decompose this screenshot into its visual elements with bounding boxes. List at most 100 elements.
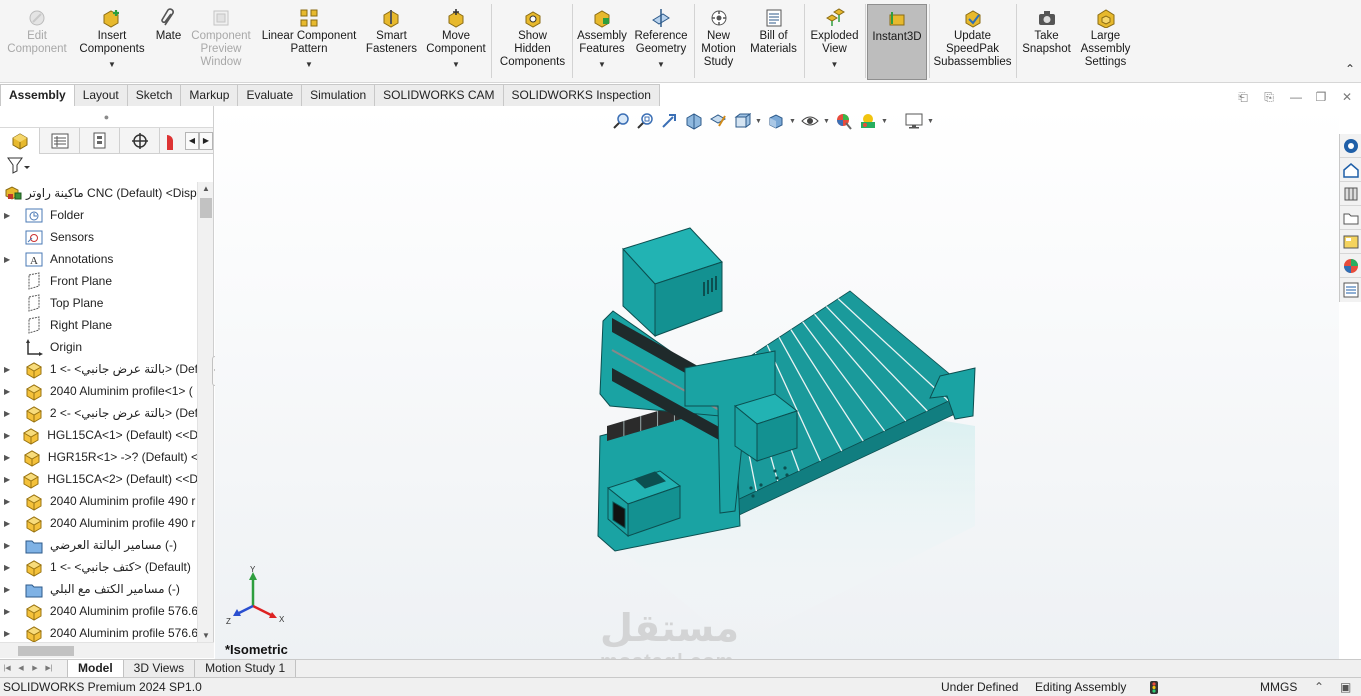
expand-arrow-icon[interactable]: ▶ bbox=[4, 497, 16, 506]
smart-fasteners-button[interactable]: Smart Fasteners bbox=[364, 4, 419, 80]
expand-arrow-icon[interactable]: ▶ bbox=[4, 453, 14, 462]
tree-item[interactable]: ▶ بالتة عرض جانبي> -> 1> (Def bbox=[0, 358, 198, 380]
dimxpert-tab[interactable] bbox=[120, 128, 160, 154]
properties-tab[interactable] bbox=[1340, 278, 1361, 302]
tree-item[interactable]: Top Plane bbox=[0, 292, 198, 314]
tree-item[interactable]: ▶ كتف جانبي> -> 1> (Default) bbox=[0, 556, 198, 578]
dropdown-caret-icon[interactable]: ▼ bbox=[657, 58, 665, 71]
tree-item[interactable]: ▶ 2040 Aluminim profile 576.6 bbox=[0, 600, 198, 622]
expand-arrow-icon[interactable]: ▶ bbox=[4, 585, 16, 594]
expand-arrow-icon[interactable]: ▶ bbox=[4, 563, 16, 572]
tree-item[interactable]: ▶ 2040 Aluminim profile 490 r bbox=[0, 512, 198, 534]
insert-components-button[interactable]: Insert Components ▼ bbox=[75, 4, 149, 80]
design-library-tab[interactable] bbox=[1340, 158, 1361, 182]
show-hidden-components-button[interactable]: Show Hidden Components bbox=[494, 4, 571, 80]
scroll-thumb[interactable] bbox=[200, 198, 212, 218]
last-tab-icon[interactable]: ▶| bbox=[42, 660, 56, 677]
next-view-icon[interactable]: ⎘ bbox=[1262, 90, 1276, 104]
expand-arrow-icon[interactable]: ▶ bbox=[4, 475, 13, 484]
status-settings-icon[interactable]: ▣ bbox=[1340, 678, 1351, 696]
configuration-manager-tab[interactable] bbox=[80, 128, 120, 154]
expand-arrow-icon[interactable]: ▶ bbox=[4, 365, 16, 374]
collapse-ribbon-icon[interactable]: ⌃ bbox=[1345, 62, 1355, 76]
linear-component-pattern-button[interactable]: Linear Component Pattern ▼ bbox=[258, 4, 360, 80]
tab-motion-study-1[interactable]: Motion Study 1 bbox=[194, 660, 297, 677]
feature-tree-tab[interactable] bbox=[0, 128, 40, 154]
tree-scrollbar[interactable]: ▲ ▼ bbox=[197, 182, 213, 642]
tree-item[interactable]: Right Plane bbox=[0, 314, 198, 336]
first-tab-icon[interactable]: |◀ bbox=[0, 660, 14, 677]
minimize-icon[interactable]: — bbox=[1289, 90, 1303, 104]
tree-item[interactable]: ▶ مسامير الكتف مع البلي (-) bbox=[0, 578, 198, 600]
close-icon[interactable]: ✕ bbox=[1340, 90, 1354, 104]
next-tab-icon[interactable]: ▶ bbox=[28, 660, 42, 677]
tree-item[interactable]: ▶ 2040 Aluminim profile 490 r bbox=[0, 490, 198, 512]
tree-item[interactable]: Sensors bbox=[0, 226, 198, 248]
tab-scroll-right-icon[interactable]: ▶ bbox=[199, 132, 213, 150]
units-caret-icon[interactable]: ⌃ bbox=[1314, 678, 1324, 696]
tree-item[interactable]: ▶ مسامير البالتة العرضي (-) bbox=[0, 534, 198, 556]
large-assembly-settings-button[interactable]: Large Assembly Settings bbox=[1078, 4, 1133, 80]
tree-item[interactable]: ▶ بالتة عرض جانبي> -> 2> (Def bbox=[0, 402, 198, 424]
tree-item[interactable]: ▶ 2040 Aluminim profile 576.6 bbox=[0, 622, 198, 642]
edit-component-button[interactable]: Edit Component bbox=[3, 4, 71, 80]
scroll-up-icon[interactable]: ▲ bbox=[198, 184, 214, 193]
dropdown-caret-icon[interactable]: ▼ bbox=[305, 58, 313, 71]
unit-system[interactable]: MMGS bbox=[1260, 678, 1297, 696]
tab-solidworks-cam[interactable]: SOLIDWORKS CAM bbox=[374, 84, 504, 106]
component-preview-window-button[interactable]: Component Preview Window bbox=[189, 4, 253, 80]
horizontal-scroll-thumb[interactable] bbox=[18, 646, 74, 656]
expand-arrow-icon[interactable]: ▶ bbox=[4, 519, 16, 528]
expand-arrow-icon[interactable]: ▶ bbox=[4, 431, 13, 440]
tab-assembly[interactable]: Assembly bbox=[0, 84, 75, 106]
expand-arrow-icon[interactable]: ▶ bbox=[4, 255, 16, 264]
expand-arrow-icon[interactable]: ▶ bbox=[4, 541, 16, 550]
tree-item[interactable]: ▶ HGL15CA<2> (Default) <<D bbox=[0, 468, 198, 490]
expand-arrow-icon[interactable]: ▶ bbox=[4, 607, 16, 616]
dropdown-caret-icon[interactable]: ▼ bbox=[598, 58, 606, 71]
display-manager-tab[interactable] bbox=[160, 128, 174, 154]
tab-sketch[interactable]: Sketch bbox=[126, 84, 182, 106]
file-explorer-tab[interactable] bbox=[1340, 182, 1361, 206]
restore-icon[interactable]: ❐ bbox=[1314, 90, 1328, 104]
expand-arrow-icon[interactable]: ▶ bbox=[4, 409, 16, 418]
dropdown-caret-icon[interactable]: ▼ bbox=[108, 58, 116, 71]
update-speedpak-button[interactable]: Update SpeedPak Subassemblies bbox=[931, 4, 1014, 80]
expand-arrow-icon[interactable]: ▶ bbox=[4, 211, 16, 220]
assembly-features-button[interactable]: Assembly Features ▼ bbox=[575, 4, 629, 80]
tab-solidworks-inspection[interactable]: SOLIDWORKS Inspection bbox=[502, 84, 660, 106]
tab-markup[interactable]: Markup bbox=[180, 84, 239, 106]
new-motion-study-button[interactable]: New Motion Study bbox=[697, 4, 740, 80]
tree-root[interactable]: ماكينة راوتر CNC (Default) <Displ bbox=[0, 182, 198, 204]
exploded-view-button[interactable]: Exploded View ▼ bbox=[806, 4, 863, 80]
take-snapshot-button[interactable]: Take Snapshot bbox=[1018, 4, 1075, 80]
tab-evaluate[interactable]: Evaluate bbox=[237, 84, 303, 106]
custom-properties-tab[interactable] bbox=[1340, 254, 1361, 278]
tree-item[interactable]: ▶ A Annotations bbox=[0, 248, 198, 270]
bill-of-materials-button[interactable]: Bill of Materials bbox=[745, 4, 802, 80]
prev-tab-icon[interactable]: ◀ bbox=[14, 660, 28, 677]
dropdown-caret-icon[interactable]: ▼ bbox=[831, 58, 839, 71]
graphics-area[interactable]: ▼ ▼ ▼ ▼ ▼ Y X Z مستقل *Isometric bbox=[215, 106, 1339, 673]
tree-item[interactable]: Origin bbox=[0, 336, 198, 358]
expand-arrow-icon[interactable]: ▶ bbox=[4, 387, 16, 396]
tab-layout[interactable]: Layout bbox=[73, 84, 128, 106]
rebuild-indicator-icon[interactable] bbox=[1150, 681, 1158, 696]
tree-item[interactable]: ▶ HGL15CA<1> (Default) <<D bbox=[0, 424, 198, 446]
property-manager-tab[interactable] bbox=[40, 128, 80, 154]
mate-button[interactable]: Mate bbox=[152, 4, 185, 80]
tree-item[interactable]: Front Plane bbox=[0, 270, 198, 292]
move-component-button[interactable]: Move Component ▼ bbox=[423, 4, 489, 80]
scroll-down-icon[interactable]: ▼ bbox=[198, 631, 214, 640]
tree-filter[interactable] bbox=[0, 154, 213, 178]
appearances-tab[interactable] bbox=[1340, 230, 1361, 254]
reference-geometry-button[interactable]: Reference Geometry ▼ bbox=[632, 4, 690, 80]
previous-view-icon[interactable]: ⎗ bbox=[1236, 90, 1250, 104]
tree-horizontal-scrollbar[interactable] bbox=[0, 642, 214, 658]
dropdown-caret-icon[interactable]: ▼ bbox=[452, 58, 460, 71]
instant3d-button[interactable]: Instant3D bbox=[867, 4, 927, 80]
tree-item[interactable]: ▶ HGR15R<1> ->? (Default) < bbox=[0, 446, 198, 468]
tab-3d-views[interactable]: 3D Views bbox=[122, 660, 196, 677]
tree-item[interactable]: ▶ Folder bbox=[0, 204, 198, 226]
expand-arrow-icon[interactable]: ▶ bbox=[4, 629, 16, 638]
